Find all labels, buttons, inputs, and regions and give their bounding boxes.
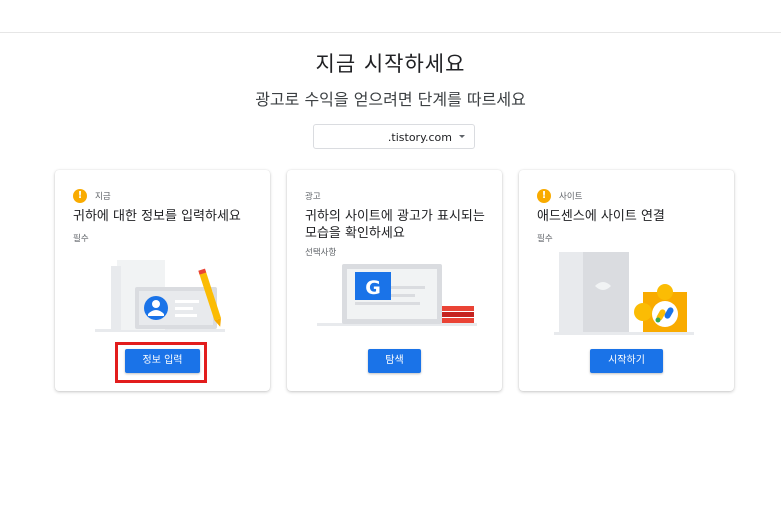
svg-text:G: G [365, 277, 381, 299]
page-title: 지금 시작하세요 [315, 52, 466, 76]
chevron-down-icon [459, 135, 465, 138]
card-title: 애드센스에 사이트 연결 [537, 209, 665, 224]
card-title: 귀하의 사이트에 광고가 표시되는 모습을 확인하세요 [305, 209, 485, 241]
warning-icon: ! [73, 189, 87, 203]
card-ad-preview: 광고 귀하의 사이트에 광고가 표시되는 모습을 확인하세요 선택사항 G 탐색 [287, 170, 502, 391]
website-preview-illustration: G [317, 264, 477, 326]
card-tag: ! 지금 [73, 188, 111, 204]
site-dropdown[interactable]: .tistory.com [313, 124, 475, 149]
explore-button[interactable]: 탐색 [368, 349, 421, 373]
profile-card-illustration [95, 260, 225, 332]
warning-icon: ! [537, 189, 551, 203]
site-dropdown-value: .tistory.com [387, 131, 452, 144]
card-tag: ! 사이트 [537, 188, 582, 204]
adsense-puzzle-illustration [554, 252, 694, 335]
get-started-button[interactable]: 시작하기 [590, 349, 663, 373]
card-tag-label: 지금 [95, 192, 111, 202]
card-tag: 광고 [305, 188, 321, 204]
card-tag-label: 광고 [305, 192, 321, 202]
card-tag-label: 사이트 [559, 192, 583, 202]
top-divider [0, 32, 781, 33]
card-connect-site: ! 사이트 애드센스에 사이트 연결 필수 시작하기 [519, 170, 734, 391]
card-required-label: 필수 [537, 234, 553, 244]
page-subtitle: 광고로 수익을 얻으려면 단계를 따르세요 [255, 90, 526, 109]
highlight-box [115, 342, 207, 383]
card-title: 귀하에 대한 정보를 입력하세요 [73, 209, 241, 224]
card-required-label: 필수 [73, 234, 89, 244]
